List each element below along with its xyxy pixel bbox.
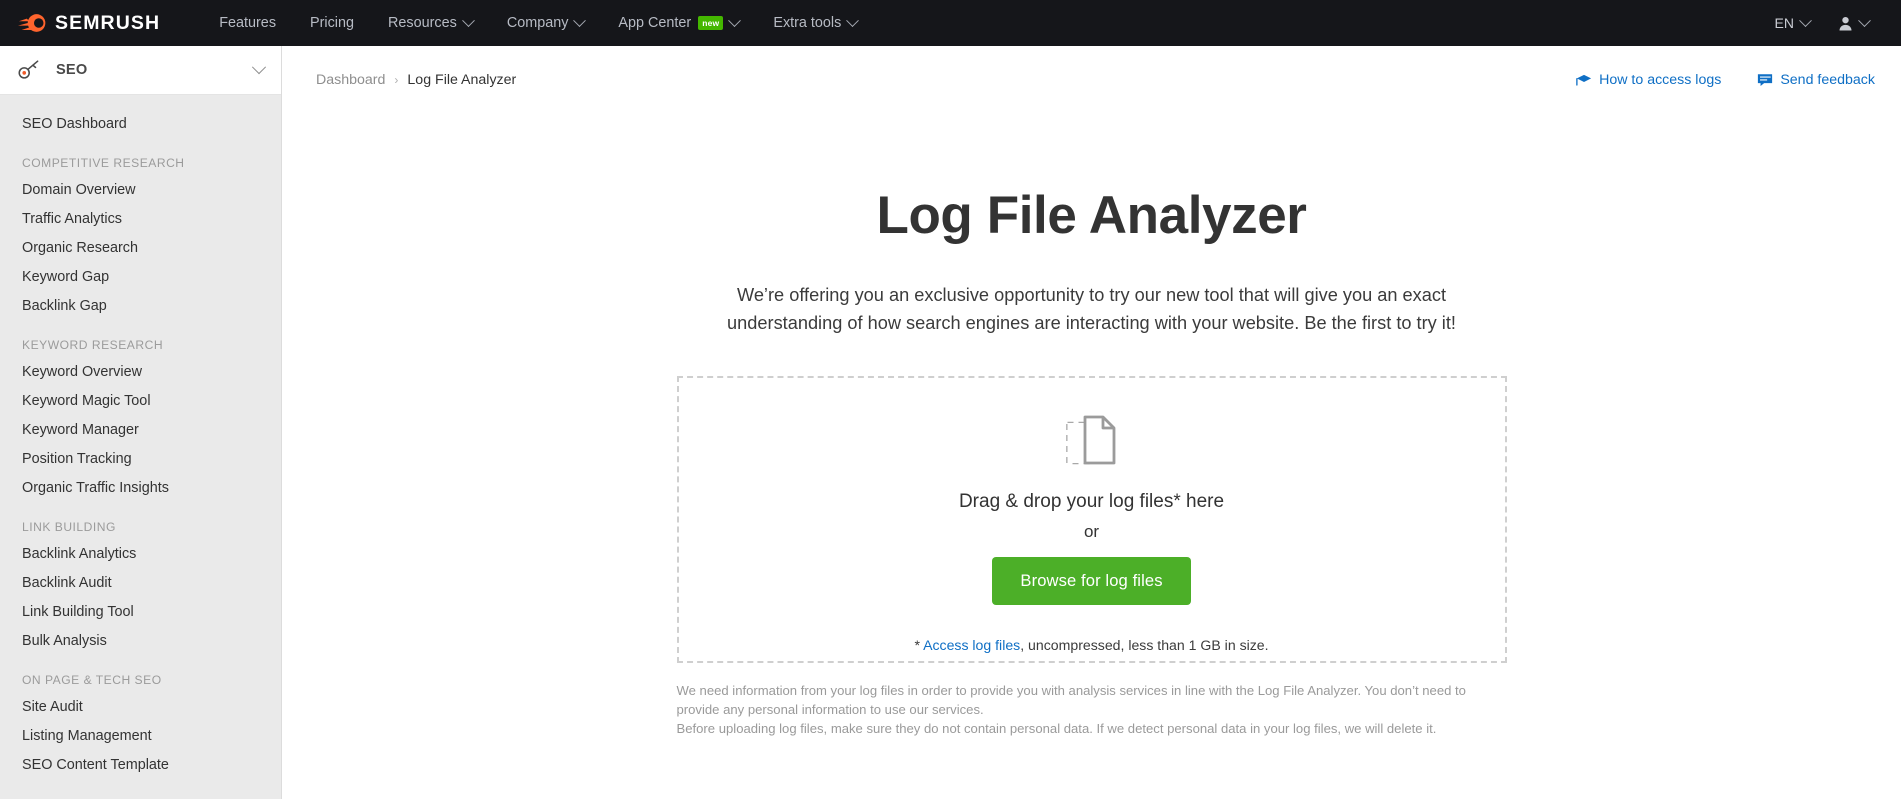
sidebar-section-title: SEO (56, 62, 88, 78)
send-feedback-link[interactable]: Send feedback (1757, 72, 1875, 88)
how-to-access-logs-link[interactable]: How to access logs (1576, 72, 1721, 88)
sidebar-group-link-building: LINK BUILDING (22, 520, 116, 534)
sidebar-menu: SEO Dashboard COMPETITIVE RESEARCH Domai… (0, 95, 281, 779)
privacy-disclaimer: We need information from your log files … (677, 681, 1507, 739)
sidebar-item-traffic-analytics[interactable]: Traffic Analytics (0, 204, 281, 233)
sidebar-group-keyword-research: KEYWORD RESEARCH (22, 338, 164, 352)
sidebar-item-bulk-analysis[interactable]: Bulk Analysis (0, 626, 281, 655)
sidebar-item-organic-traffic-insights[interactable]: Organic Traffic Insights (0, 473, 281, 502)
main-menu: Features Pricing Resources Company App C… (202, 0, 874, 46)
nav-item-company[interactable]: Company (490, 0, 602, 46)
semrush-flame-icon (18, 14, 46, 32)
graduation-cap-icon (1576, 74, 1592, 86)
sidebar-item-keyword-magic-tool[interactable]: Keyword Magic Tool (0, 386, 281, 415)
browse-for-log-files-button[interactable]: Browse for log files (992, 556, 1191, 605)
sidebar: SEO SEO Dashboard COMPETITIVE RESEARCH D… (0, 46, 282, 799)
nav-item-extra-tools[interactable]: Extra tools (756, 0, 874, 46)
sidebar-item-keyword-overview[interactable]: Keyword Overview (0, 357, 281, 386)
logo-wordmark: SEMRUSH (55, 11, 161, 34)
sidebar-section-switcher[interactable]: SEO (0, 46, 281, 95)
sidebar-item-organic-research[interactable]: Organic Research (0, 233, 281, 262)
page-subtitle: We’re offering you an exclusive opportun… (727, 285, 1456, 333)
hero-section: Log File Analyzer We’re offering you an … (282, 96, 1901, 338)
nav-item-features[interactable]: Features (202, 0, 293, 46)
disclaimer-line-1: We need information from your log files … (676, 682, 1466, 718)
account-menu[interactable] (1828, 13, 1879, 31)
file-dropzone[interactable]: Drag & drop your log files* here or Brow… (676, 375, 1507, 663)
sidebar-item-domain-overview[interactable]: Domain Overview (0, 175, 281, 204)
access-log-files-link[interactable]: Access log files (923, 637, 1020, 653)
nav-label: Features (219, 15, 277, 31)
breadcrumb-bar: Dashboard › Log File Analyzer How to acc… (282, 46, 1901, 96)
nav-label: Company (506, 15, 569, 31)
chevron-down-icon (1858, 13, 1871, 27)
sidebar-item-listing-management[interactable]: Listing Management (0, 721, 281, 750)
chevron-down-icon (846, 13, 860, 27)
chat-bubble-icon (1758, 74, 1773, 86)
chevron-down-icon (573, 13, 587, 27)
chevron-down-icon (251, 60, 267, 75)
semrush-logo[interactable]: SEMRUSH (18, 11, 160, 35)
key-icon (18, 60, 39, 79)
breadcrumb-current: Log File Analyzer (407, 72, 517, 88)
nav-item-app-center[interactable]: App Center new (601, 0, 756, 46)
chevron-down-icon (461, 13, 475, 27)
language-selector[interactable]: EN (1765, 13, 1820, 31)
nav-item-resources[interactable]: Resources (371, 0, 490, 46)
file-upload-icon (1065, 415, 1115, 465)
language-label: EN (1774, 15, 1794, 31)
dropzone-footnote: * Access log files, uncompressed, less t… (914, 637, 1268, 653)
sidebar-group-on-page-tech-seo: ON PAGE & TECH SEO (22, 673, 162, 687)
chevron-down-icon (728, 13, 742, 27)
nav-label: Pricing (310, 15, 355, 31)
link-label: How to access logs (1599, 72, 1722, 88)
top-navigation-bar: SEMRUSH Features Pricing Resources Compa… (0, 0, 1901, 46)
sidebar-group-competitive-research: COMPETITIVE RESEARCH (22, 156, 185, 170)
dropzone-instruction: Drag & drop your log files* here (958, 490, 1225, 512)
nav-label: App Center (618, 15, 692, 31)
link-label: Send feedback (1780, 72, 1875, 88)
nav-item-pricing[interactable]: Pricing (293, 0, 371, 46)
footnote-suffix: , uncompressed, less than 1 GB in size. (1020, 636, 1269, 653)
disclaimer-line-2: Before uploading log files, make sure th… (676, 721, 1437, 737)
sidebar-item-seo-dashboard[interactable]: SEO Dashboard (0, 109, 281, 138)
sidebar-item-keyword-manager[interactable]: Keyword Manager (0, 415, 281, 444)
sidebar-item-backlink-audit[interactable]: Backlink Audit (0, 568, 281, 597)
user-avatar-icon (1839, 16, 1852, 31)
dropzone-or-text: or (1083, 521, 1100, 541)
sidebar-item-position-tracking[interactable]: Position Tracking (0, 444, 281, 473)
new-badge: new (698, 16, 724, 30)
footnote-asterisk: * (914, 636, 924, 653)
page-title: Log File Analyzer (876, 186, 1307, 245)
sidebar-item-keyword-gap[interactable]: Keyword Gap (0, 262, 281, 291)
page-shell: SEO SEO Dashboard COMPETITIVE RESEARCH D… (0, 46, 1901, 799)
nav-label: Extra tools (773, 15, 842, 31)
top-nav-right-group: EN (1765, 13, 1879, 31)
page-actions: How to access logs Send feedback (1576, 72, 1875, 88)
sidebar-item-site-audit[interactable]: Site Audit (0, 692, 281, 721)
breadcrumb-dashboard[interactable]: Dashboard (316, 72, 385, 88)
sidebar-item-backlink-analytics[interactable]: Backlink Analytics (0, 539, 281, 568)
sidebar-item-seo-content-template[interactable]: SEO Content Template (0, 750, 281, 779)
sidebar-item-link-building-tool[interactable]: Link Building Tool (0, 597, 281, 626)
chevron-down-icon (1799, 13, 1812, 27)
breadcrumb-separator-icon: › (394, 73, 399, 87)
nav-label: Resources (388, 15, 457, 31)
main-content: Dashboard › Log File Analyzer How to acc… (282, 46, 1901, 799)
sidebar-item-backlink-gap[interactable]: Backlink Gap (0, 291, 281, 320)
